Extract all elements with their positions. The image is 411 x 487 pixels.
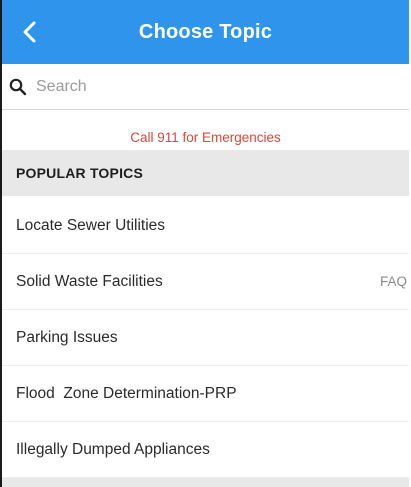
emergency-notice: Call 911 for Emergencies <box>130 130 281 145</box>
chevron-left-icon <box>23 21 36 43</box>
topic-list: Locate Sewer Utilities Solid Waste Facil… <box>2 198 409 478</box>
search-icon <box>8 77 28 97</box>
back-button[interactable] <box>14 16 46 48</box>
topic-label: Locate Sewer Utilities <box>16 216 166 234</box>
nav-header: Choose Topic <box>2 0 409 64</box>
search-bar <box>2 64 409 110</box>
topic-item-parking-issues[interactable]: Parking Issues <box>2 310 409 366</box>
section-title: POPULAR TOPICS <box>16 165 144 181</box>
section-header-next <box>2 478 409 487</box>
section-header-popular-topics: POPULAR TOPICS <box>2 150 409 196</box>
search-input[interactable] <box>34 76 368 97</box>
topic-item-flood-zone-determination[interactable]: Flood Zone Determination-PRP <box>2 366 409 422</box>
topic-label: Parking Issues <box>16 328 118 346</box>
app-frame: Choose Topic Call 911 for Emergencies PO… <box>0 0 409 487</box>
page-title: Choose Topic <box>138 20 273 43</box>
topic-label: Solid Waste Facilities <box>16 272 163 290</box>
topic-label: Flood Zone Determination-PRP <box>16 384 237 402</box>
topic-label: Illegally Dumped Appliances <box>16 440 210 458</box>
topic-item-locate-sewer-utilities[interactable]: Locate Sewer Utilities <box>2 198 409 254</box>
faq-badge: FAQ <box>379 274 407 289</box>
topic-item-illegally-dumped-appliances[interactable]: Illegally Dumped Appliances <box>2 422 409 478</box>
topic-item-solid-waste-facilities[interactable]: Solid Waste Facilities FAQ <box>2 254 409 310</box>
